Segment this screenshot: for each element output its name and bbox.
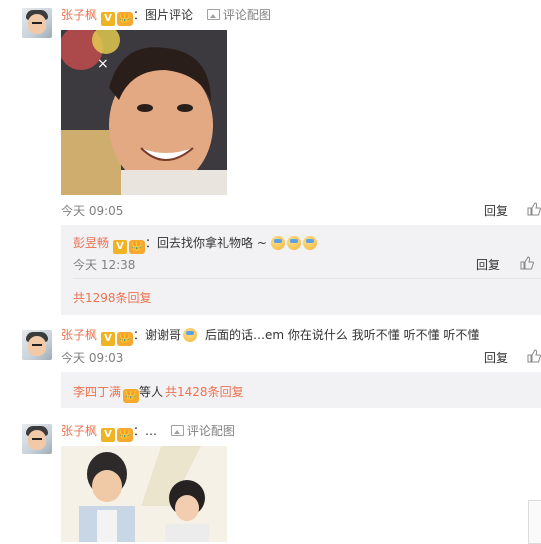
comment-time: 今天 09:05 bbox=[61, 204, 124, 218]
comment-time: 今天 09:03 bbox=[61, 351, 124, 365]
verified-v-icon: V bbox=[101, 332, 116, 346]
reply-button[interactable]: 回复 bbox=[484, 349, 508, 366]
scroll-to-top-button[interactable] bbox=[528, 500, 541, 544]
reply-header: 彭昱畅 V 👑 ：回去找你拿礼物咯 ~ bbox=[73, 234, 319, 254]
crown-badge-icon: 👑 bbox=[117, 12, 134, 26]
avatar[interactable] bbox=[22, 424, 52, 454]
reply-button[interactable]: 回复 bbox=[484, 202, 508, 219]
crown-badge-icon: 👑 bbox=[117, 332, 134, 346]
like-icon[interactable] bbox=[527, 202, 541, 216]
verified-v-icon: V bbox=[101, 12, 116, 26]
more-replies-link[interactable]: 共1428条回复 bbox=[165, 385, 244, 399]
like-icon[interactable] bbox=[520, 256, 534, 270]
colon: ： bbox=[133, 328, 146, 342]
reply-text: 回去找你拿礼物咯 ~ bbox=[157, 236, 267, 250]
comment-header: 张子枫 V 👑 ：图片评论 评论配图 bbox=[61, 6, 271, 26]
comment-text: 谢谢哥 bbox=[145, 328, 182, 342]
comment-author[interactable]: 张子枫 bbox=[61, 328, 97, 342]
comment-image-art bbox=[61, 446, 227, 542]
crown-badge-icon: 👑 bbox=[123, 389, 140, 403]
reply-button[interactable]: 回复 bbox=[476, 256, 500, 273]
crown-badge-icon: 👑 bbox=[117, 428, 134, 442]
comment-image[interactable]: × bbox=[61, 30, 227, 195]
reply-summary: 李四丁满 👑 等人 共1428条回复 bbox=[73, 383, 244, 403]
reply-time: 今天 12:38 bbox=[73, 258, 136, 272]
view-picture-label: 评论配图 bbox=[186, 424, 235, 438]
view-picture-label: 评论配图 bbox=[222, 8, 271, 22]
emoji-face-icon bbox=[183, 328, 198, 342]
colon: ： bbox=[133, 8, 146, 22]
colon: ： bbox=[133, 424, 146, 438]
emoji-face-icon bbox=[302, 236, 317, 250]
comment-text: 图片评论 bbox=[145, 8, 194, 22]
avatar[interactable] bbox=[22, 8, 52, 38]
comment-image-art: × bbox=[61, 30, 227, 195]
like-icon[interactable] bbox=[527, 349, 541, 363]
avatar[interactable] bbox=[22, 330, 52, 360]
verified-v-icon: V bbox=[101, 428, 116, 442]
comment-header: 张子枫 V 👑 ：谢谢哥 后面的话…em 你在说什么 我听不懂 听不懂 听不懂 bbox=[61, 326, 479, 346]
comment-author[interactable]: 张子枫 bbox=[61, 424, 97, 438]
close-icon: × bbox=[97, 56, 109, 72]
view-picture-link[interactable]: 评论配图 bbox=[170, 424, 235, 438]
comment-header: 张子枫 V 👑：… 评论配图 bbox=[61, 422, 235, 442]
verified-v-icon: V bbox=[113, 240, 128, 254]
emoji-face-icon bbox=[286, 236, 301, 250]
reply-others-label: 等人 bbox=[139, 385, 164, 399]
emoji-face-icon bbox=[270, 236, 285, 250]
reply-author[interactable]: 李四丁满 bbox=[73, 385, 121, 399]
comment-author[interactable]: 张子枫 bbox=[61, 8, 97, 22]
picture-icon bbox=[170, 425, 184, 436]
crown-badge-icon: 👑 bbox=[129, 240, 146, 254]
comment-text: … bbox=[145, 424, 158, 438]
view-picture-link[interactable]: 评论配图 bbox=[206, 8, 271, 22]
picture-icon bbox=[206, 9, 220, 20]
reply-author[interactable]: 彭昱畅 bbox=[73, 236, 109, 250]
divider bbox=[73, 278, 541, 279]
more-replies-link[interactable]: 共1298条回复 bbox=[73, 289, 152, 306]
comment-text-continued: 后面的话…em 你在说什么 我听不懂 听不懂 听不懂 bbox=[205, 328, 480, 342]
comment-image[interactable] bbox=[61, 446, 227, 542]
colon: ： bbox=[145, 236, 158, 250]
